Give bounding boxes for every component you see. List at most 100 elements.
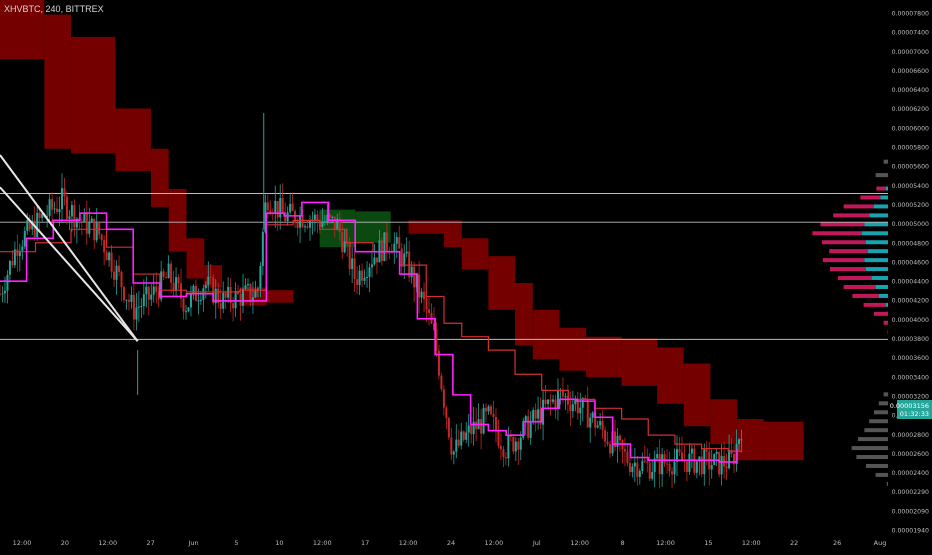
price-tag-value: 0.00003156 (890, 402, 929, 410)
price-tick-label: 0.00007800 (892, 11, 929, 18)
candle-up (579, 407, 582, 414)
cloud-bear-segment (559, 327, 587, 371)
candle-up (589, 417, 592, 428)
candle-down (457, 439, 460, 446)
candle-down (165, 276, 168, 279)
volume-profile-bar-down (830, 267, 866, 272)
cloud-bear-segment (515, 283, 533, 346)
candle-down (504, 457, 507, 459)
candle-up (547, 399, 550, 405)
candle-up (599, 421, 602, 426)
candle-down (569, 404, 572, 412)
candle-up (261, 231, 264, 266)
candle-up (552, 399, 555, 402)
candle-down (0, 293, 1, 295)
cloud-bear-segment (461, 238, 489, 270)
candle-down (604, 430, 607, 442)
time-tick-label: 12:00 (485, 539, 504, 547)
candle-up (187, 307, 190, 312)
candle-up (420, 291, 423, 298)
candle-down (16, 249, 19, 256)
candle-down (56, 208, 59, 213)
candle-down (65, 196, 68, 219)
candle-down (348, 241, 351, 270)
candle-down (636, 462, 639, 477)
candle-up (323, 221, 326, 223)
candle-up (596, 425, 599, 428)
candle-up (125, 299, 128, 301)
candle-up (299, 215, 302, 228)
candle-down (38, 212, 41, 218)
volume-profile-bar-down (838, 276, 872, 281)
cloud-bear-segment (168, 189, 187, 252)
candle-up (661, 454, 664, 475)
symbol-label[interactable]: XHVBTC, 240, BITTREX (4, 4, 104, 14)
time-tick-label: 12:00 (313, 539, 332, 547)
time-tick-label: 15 (704, 539, 712, 547)
candle-up (688, 453, 691, 472)
candle-down (110, 252, 113, 272)
chart-root[interactable]: 0.00007800 0.00007400 0.00007000 0.00006600… (0, 0, 932, 550)
candle-down (668, 463, 671, 472)
price-tick-label: 0.00002800 (892, 432, 929, 439)
candle-down (442, 389, 445, 408)
candle-down (534, 410, 537, 419)
price-tick-label: 0.00004400 (892, 279, 929, 286)
cloud-bear-segment (150, 148, 169, 207)
candle-up (395, 237, 398, 244)
time-tick-label: 17 (361, 539, 369, 547)
candle-down (646, 461, 649, 463)
candle-up (656, 454, 659, 459)
candle-up (145, 286, 148, 295)
volume-profile-bar-down (822, 240, 866, 245)
candle-up (313, 214, 316, 220)
price-tick-label: 0.00001940 (892, 528, 929, 535)
volume-profile-bar-down (833, 213, 870, 218)
candle-down (98, 221, 101, 235)
cloud-bear-segment (763, 421, 804, 461)
candle-down (375, 257, 378, 263)
candle-up (740, 439, 743, 441)
cloud-bear-segment (444, 220, 462, 248)
candle-up (410, 266, 413, 278)
candle-down (306, 226, 309, 228)
candle-down (527, 416, 530, 438)
time-tick-label: 8 (621, 539, 625, 547)
candle-down (470, 425, 473, 435)
price-tick-label: 0.00003200 (892, 393, 929, 400)
price-tick-label: 0.00007000 (892, 49, 929, 56)
volume-profile-bar-down (822, 258, 865, 263)
price-tick-label: 0.00004600 (892, 259, 929, 266)
candle-up (720, 455, 723, 475)
candle-up (244, 285, 247, 289)
candle-up (48, 199, 51, 216)
candle-down (480, 419, 483, 434)
candle-down (586, 399, 589, 428)
candle-down (680, 452, 683, 461)
candlestick-chart[interactable]: 0.00007800 0.00007400 0.00007000 0.00006600… (0, 0, 932, 550)
candle-up (343, 241, 346, 253)
time-tick-label: 10 (275, 539, 283, 547)
price-tick-label: 0.00003800 (892, 336, 929, 343)
price-axis[interactable]: 0.00007800 0.00007400 0.00007000 0.00006600… (888, 0, 932, 550)
candle-down (554, 399, 557, 409)
candle-up (631, 466, 634, 473)
candle-up (529, 421, 532, 438)
price-tick-label: 0.00007400 (892, 30, 929, 37)
candle-up (695, 461, 698, 473)
candle-down (113, 271, 116, 280)
candle-up (150, 294, 153, 300)
candle-down (485, 407, 488, 412)
candle-up (197, 300, 200, 302)
time-tick-label: 12:00 (742, 539, 761, 547)
candle-up (242, 288, 245, 306)
time-tick-label: 12:00 (656, 539, 675, 547)
candle-down (643, 460, 646, 462)
price-tick-label: 0.00003400 (892, 374, 929, 381)
candle-up (519, 437, 522, 450)
candle-up (115, 265, 118, 280)
price-tick-label: 0.00002290 (892, 489, 929, 496)
candle-down (450, 437, 453, 455)
candle-up (60, 188, 63, 210)
cloud-bull-segment (355, 211, 391, 243)
